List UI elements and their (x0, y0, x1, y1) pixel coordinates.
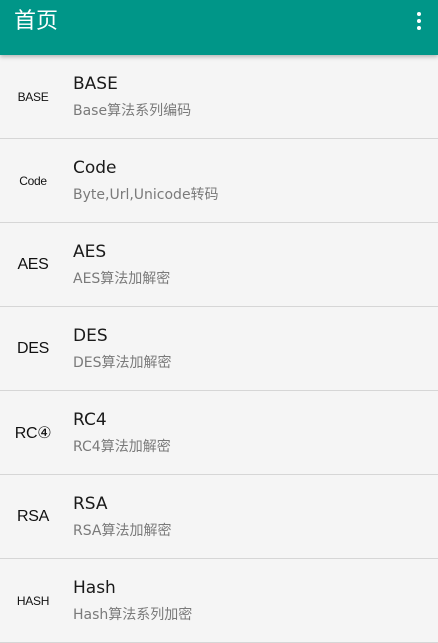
item-subtitle: Base算法系列编码 (73, 103, 192, 119)
list-item-rsa[interactable]: RSA RSA RSA算法加解密 (0, 475, 438, 559)
item-subtitle: RSA算法加解密 (73, 523, 172, 539)
algorithm-list: BASE BASE Base算法系列编码 Code Code Byte,Url,… (0, 55, 438, 643)
rsa-icon: RSA (17, 507, 49, 525)
item-subtitle: Byte,Url,Unicode转码 (73, 187, 219, 203)
rc4-icon: RC④ (14, 424, 52, 442)
des-icon: DES (17, 339, 49, 357)
item-subtitle: RC4算法加解密 (73, 439, 171, 455)
base-icon: BASE (17, 89, 49, 104)
item-title: Code (73, 158, 117, 178)
item-title: Hash (73, 578, 116, 598)
item-title: AES (73, 242, 107, 262)
page-title: 首页 (14, 9, 59, 34)
more-vert-icon[interactable] (408, 7, 430, 35)
list-item-aes[interactable]: AES AES AES算法加解密 (0, 223, 438, 307)
list-item-code[interactable]: Code Code Byte,Url,Unicode转码 (0, 139, 438, 223)
list-item-base[interactable]: BASE BASE Base算法系列编码 (0, 55, 438, 139)
menu-dot (417, 12, 421, 16)
item-subtitle: AES算法加解密 (73, 271, 171, 287)
menu-dot (417, 19, 421, 23)
aes-icon: AES (17, 255, 49, 273)
item-title: DES (73, 326, 108, 346)
item-title: RC4 (73, 410, 107, 430)
item-subtitle: DES算法加解密 (73, 355, 172, 371)
list-item-des[interactable]: DES DES DES算法加解密 (0, 307, 438, 391)
list-item-hash[interactable]: HASH Hash Hash算法系列加密 (0, 559, 438, 643)
hash-icon: HASH (16, 593, 50, 608)
item-title: RSA (73, 494, 108, 514)
item-title: BASE (73, 74, 118, 94)
list-item-rc4[interactable]: RC④ RC4 RC4算法加解密 (0, 391, 438, 475)
app-bar: 首页 (0, 0, 438, 55)
item-subtitle: Hash算法系列加密 (73, 607, 193, 623)
code-icon: Code (19, 173, 47, 188)
menu-dot (417, 26, 421, 30)
